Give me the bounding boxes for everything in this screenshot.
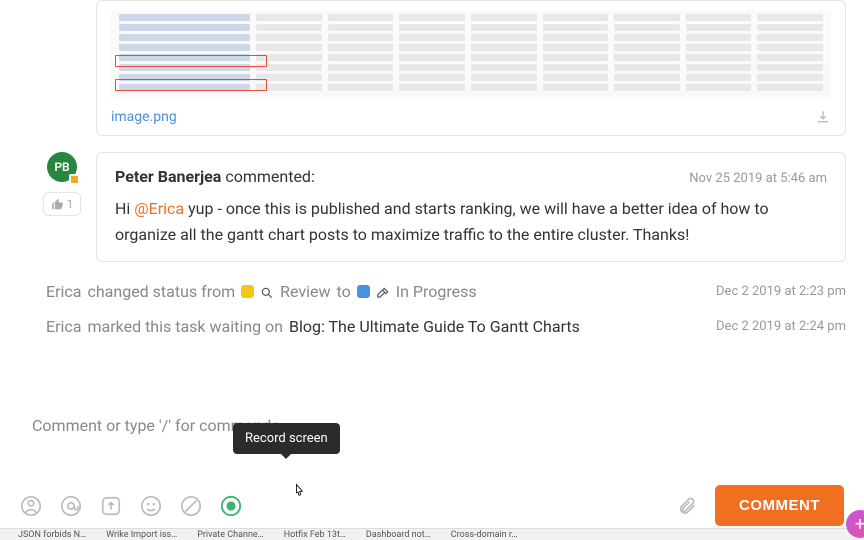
activity-actor: Erica: [46, 282, 81, 301]
magnifier-icon: [260, 285, 274, 299]
attachment-card: image.png: [96, 0, 846, 136]
task-link[interactable]: Blog: The Ultimate Guide To Gantt Charts: [289, 317, 580, 336]
like-button[interactable]: 1: [43, 192, 82, 216]
block-icon[interactable]: [180, 495, 202, 517]
attachment-filename[interactable]: image.png: [111, 109, 177, 125]
bottom-tab[interactable]: Wrike Import iss…: [106, 530, 177, 540]
status-chip-from: [241, 285, 254, 298]
bottom-tab[interactable]: Private Channe…: [197, 530, 264, 540]
download-icon[interactable]: [815, 109, 831, 125]
status-chip-to: [357, 285, 370, 298]
hammer-icon: [376, 285, 390, 299]
emoji-icon[interactable]: [140, 495, 162, 517]
activity-timestamp: Dec 2 2019 at 2:24 pm: [716, 319, 846, 334]
comment-input[interactable]: Comment or type '/' for commands: [18, 406, 846, 445]
mention-icon[interactable]: [60, 495, 82, 517]
attachment-preview[interactable]: [111, 11, 831, 99]
status-to-label: In Progress: [396, 282, 477, 301]
activity-waiting-on: Erica marked this task waiting on Blog: …: [38, 313, 846, 340]
status-from-label: Review: [280, 282, 330, 301]
avatar-status-badge: [69, 174, 80, 185]
thumbs-up-icon: [51, 198, 64, 211]
activity-verb: changed status from: [87, 282, 235, 301]
assign-icon[interactable]: [20, 495, 42, 517]
activity-verb: marked this task waiting on: [87, 317, 283, 336]
bottom-tab-strip: JSON forbids N… Wrike Import iss… Privat…: [0, 528, 864, 540]
record-screen-icon[interactable]: [220, 495, 242, 517]
bottom-tab[interactable]: Cross-domain r…: [451, 530, 518, 540]
activity-timestamp: Dec 2 2019 at 2:23 pm: [716, 284, 846, 299]
bottom-tab[interactable]: Dashboard not…: [366, 530, 431, 540]
comment-block: PB 1 Peter Banerjea commented: Nov 25 20…: [38, 152, 846, 262]
activity-actor: Erica: [46, 317, 81, 336]
like-count: 1: [67, 197, 74, 211]
comment-input-area: Comment or type '/' for commands Record …: [18, 406, 846, 526]
comment-button[interactable]: COMMENT: [715, 485, 844, 526]
avatar[interactable]: PB: [47, 152, 77, 182]
mention[interactable]: @Erica: [134, 199, 184, 218]
activity-status-change: Erica changed status from Review to In P…: [38, 278, 846, 305]
comment-author: Peter Banerjea: [115, 167, 221, 186]
upload-icon[interactable]: [100, 495, 122, 517]
bottom-tab[interactable]: Hotfix Feb 13t…: [284, 530, 346, 540]
comment-body: Hi @Erica yup - once this is published a…: [115, 196, 827, 247]
attach-icon[interactable]: [677, 496, 697, 516]
avatar-initials: PB: [54, 160, 69, 174]
tooltip-record-screen: Record screen: [233, 423, 340, 454]
bottom-tab[interactable]: JSON forbids N…: [18, 530, 86, 540]
comment-action: commented:: [225, 167, 315, 186]
comment-timestamp: Nov 25 2019 at 5:46 am: [689, 171, 827, 186]
